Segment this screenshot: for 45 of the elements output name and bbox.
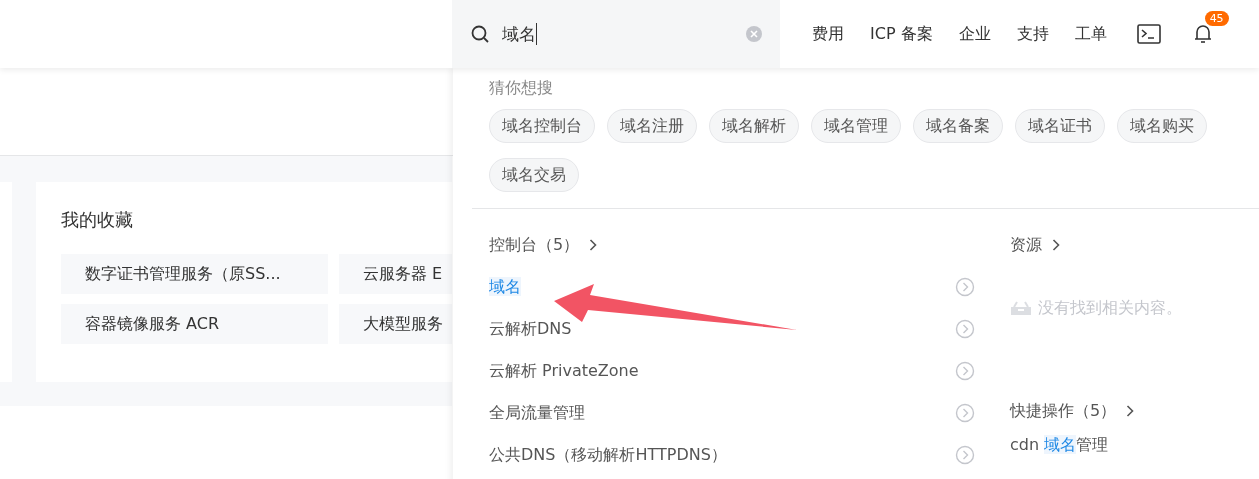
suggestion-chip[interactable]: 域名证书: [1015, 109, 1105, 143]
suggestion-chip[interactable]: 域名控制台: [489, 109, 595, 143]
suggestion-chip[interactable]: 域名注册: [607, 109, 697, 143]
nav-link[interactable]: 支持: [1016, 23, 1049, 45]
result-item[interactable]: 公共DNS（移动解析HTTPDNS）: [489, 444, 727, 466]
section-title: 猜你想搜: [489, 78, 554, 99]
chevron-circle-icon[interactable]: [955, 445, 975, 465]
search-field[interactable]: 域名: [452, 0, 780, 68]
section-link[interactable]: 资源: [1010, 234, 1042, 256]
suggestion-chip[interactable]: 域名备案: [913, 109, 1003, 143]
nav-link[interactable]: 企业: [958, 23, 991, 45]
empty-box-icon: [1010, 300, 1032, 316]
chevron-circle-icon[interactable]: [955, 319, 975, 339]
empty-message: 没有找到相关内容。: [1038, 297, 1182, 319]
suggestion-chip[interactable]: 域名解析: [709, 109, 799, 143]
section-link[interactable]: 控制台（5）: [489, 234, 580, 256]
chevron-icon: [589, 239, 598, 251]
notification-badge: 45: [1204, 11, 1229, 26]
nav-link[interactable]: 工单: [1074, 23, 1107, 45]
favorite-item[interactable]: 容器镜像服务 ACR: [61, 304, 328, 344]
bell-icon[interactable]: [1192, 23, 1213, 45]
chevron-icon: [1052, 239, 1060, 251]
favorite-item[interactable]: 大模型服务: [339, 304, 452, 344]
suggestion-chip[interactable]: 域名管理: [811, 109, 901, 143]
quick-action[interactable]: cdn 域名管理: [1010, 435, 1182, 456]
nav-link[interactable]: ICP 备案: [870, 23, 933, 45]
favorite-item[interactable]: 云服务器 E: [339, 254, 452, 294]
favorite-item[interactable]: 数字证书管理服务（原SS...: [61, 254, 328, 294]
result-item[interactable]: 云解析DNS: [489, 318, 572, 340]
chevron-icon: [1126, 405, 1135, 417]
result-item[interactable]: 域名: [489, 276, 521, 298]
chevron-circle-icon[interactable]: [955, 361, 975, 381]
suggestion-chip[interactable]: 域名交易: [489, 158, 579, 192]
suggestion-chip[interactable]: 域名购买: [1117, 109, 1207, 143]
section-link[interactable]: 快捷操作（5）: [1010, 400, 1117, 422]
chevron-circle-icon[interactable]: [955, 277, 975, 297]
search-value: 域名: [502, 22, 536, 46]
result-item[interactable]: 全局流量管理: [489, 402, 585, 424]
clear-icon[interactable]: [746, 26, 762, 42]
chevron-circle-icon[interactable]: [955, 403, 975, 423]
nav-link[interactable]: 费用: [812, 23, 844, 45]
terminal-icon[interactable]: [1136, 24, 1161, 44]
result-item[interactable]: 云解析 PrivateZone: [489, 360, 639, 382]
search-icon: [470, 24, 490, 44]
section-title: 我的收藏: [61, 208, 134, 232]
